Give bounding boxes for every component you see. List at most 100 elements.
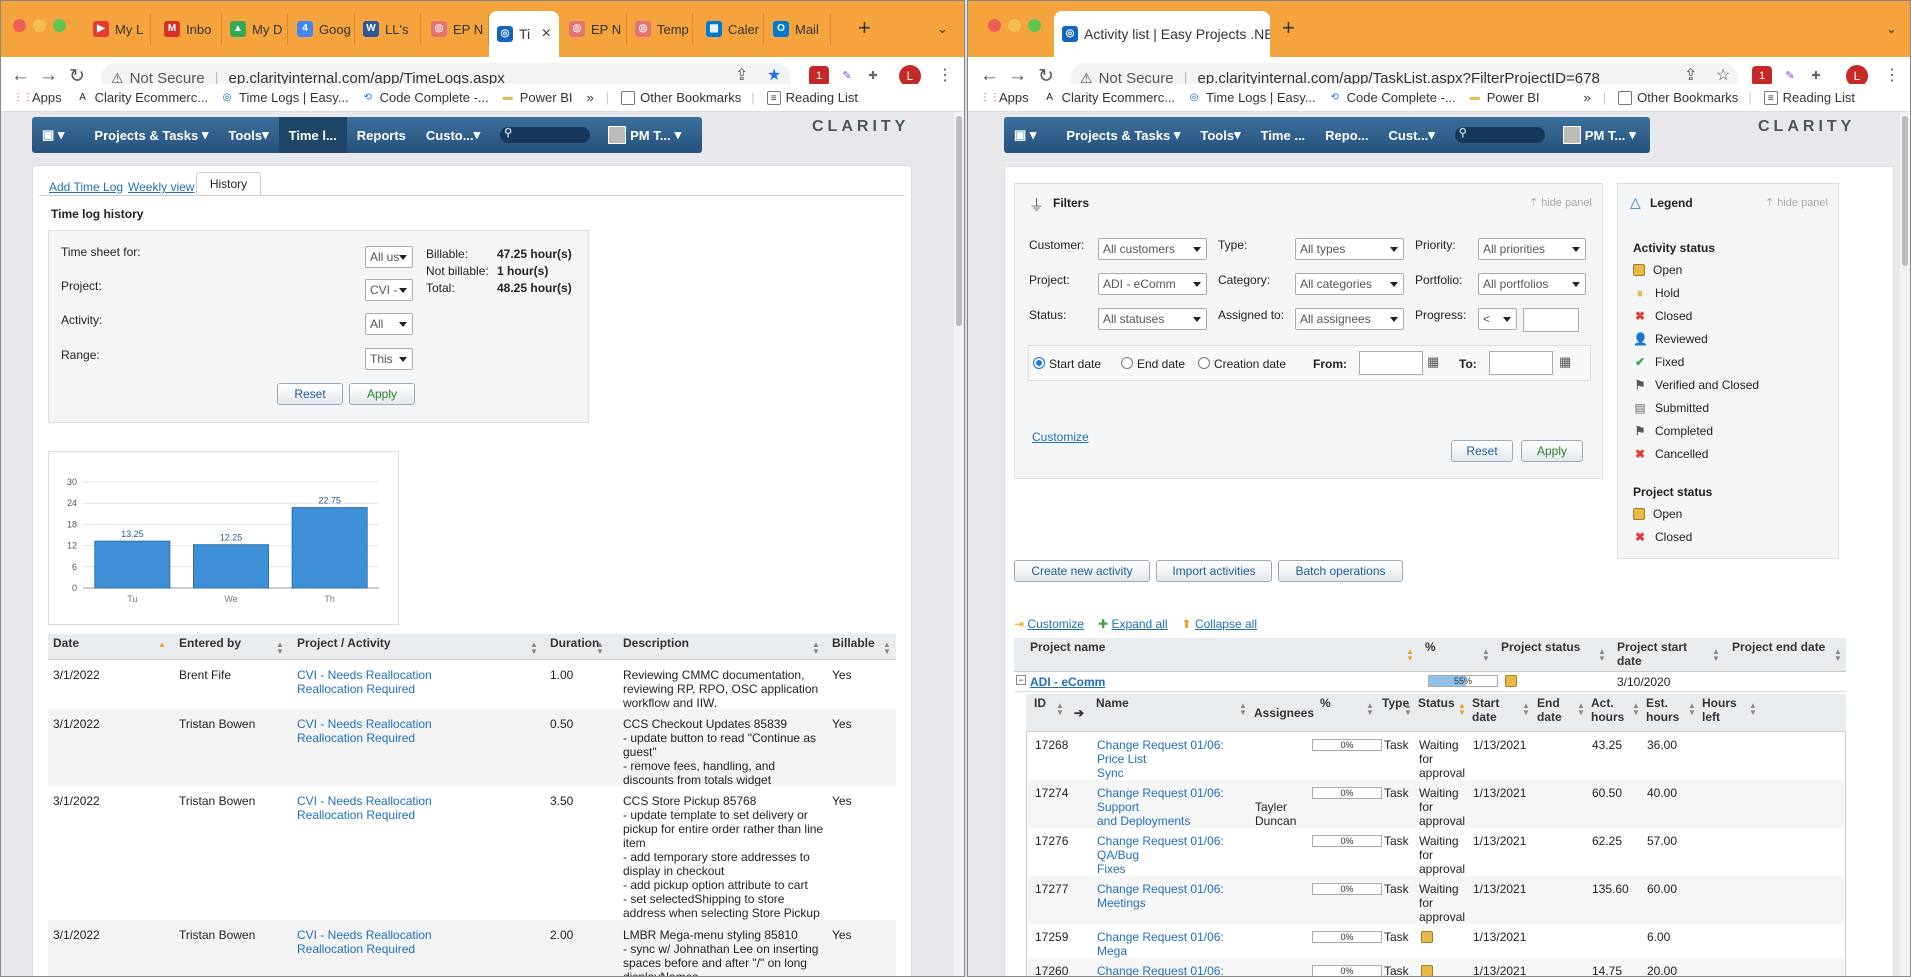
reset-button[interactable]: Reset	[277, 383, 343, 405]
page-scrollbar[interactable]	[954, 112, 964, 976]
sort-asc-icon[interactable]: ▲	[158, 641, 166, 649]
minimize-window-button[interactable]	[1008, 19, 1021, 32]
batch-operations-button[interactable]: Batch operations	[1278, 560, 1403, 582]
bookmark-apps-grid[interactable]: ⋮⋮ Apps	[980, 90, 1029, 105]
tab-ep-icon[interactable]: ◎ Temp	[627, 13, 693, 45]
close-tab-icon[interactable]: ×	[542, 25, 551, 43]
app-menu-icon[interactable]: ▣ ▾	[32, 117, 74, 153]
kebab-menu-icon[interactable]: ⋮	[937, 65, 953, 85]
task-row[interactable]: 17277 Change Request 01/06: Meetings 0% Tas…	[1027, 876, 1845, 924]
sort-icon[interactable]: ▲ ▼	[276, 641, 284, 656]
close-window-button[interactable]	[988, 19, 1001, 32]
other-bookmarks[interactable]: Other Bookmarks	[1618, 90, 1738, 105]
tab-search-chevron-icon[interactable]: ⌄	[1886, 21, 1897, 37]
expand-all[interactable]: ✚ Expand all	[1098, 617, 1167, 631]
sort-icon[interactable]: ▲ ▼	[1366, 702, 1374, 717]
col-project-end[interactable]: Project end date	[1732, 640, 1825, 654]
sort-icon[interactable]: ▲ ▼	[530, 641, 538, 656]
portfolio-select[interactable]: All portfolios	[1478, 273, 1586, 295]
pen-extension-icon[interactable]: ✎	[1780, 66, 1800, 86]
start-date-radio[interactable]	[1033, 357, 1045, 369]
tab-ep-icon[interactable]: ◎ EP N	[561, 13, 627, 45]
pen-extension-icon[interactable]: ✎	[837, 66, 857, 86]
bookmark-apps-grid[interactable]: ⋮⋮ Apps	[13, 90, 62, 105]
bar-We[interactable]	[193, 544, 269, 589]
sort-icon[interactable]: ▲ ▼	[1056, 702, 1064, 717]
task-row[interactable]: 17274 Change Request 01/06: Support and De…	[1027, 780, 1845, 828]
tab-outlook-icon[interactable]: O Mail	[765, 13, 831, 45]
close-window-button[interactable]	[13, 19, 26, 32]
sort-icon[interactable]: ▲ ▼	[1577, 702, 1585, 717]
other-bookmarks[interactable]: Other Bookmarks	[621, 90, 741, 105]
col-act-hours[interactable]: Act. hours	[1591, 696, 1631, 724]
nav-tools[interactable]: Tools ▾	[218, 117, 278, 153]
sort-icon[interactable]: ▲ ▼	[1404, 702, 1412, 717]
bookmark-code[interactable]: ⟲ Code Complete -...	[361, 90, 488, 105]
bookmark-star-icon[interactable]: ☆	[1716, 65, 1730, 85]
col-pct[interactable]: %	[1320, 696, 1331, 710]
customize-columns[interactable]: ⇥ Customize	[1014, 617, 1084, 631]
col-pct[interactable]: %	[1425, 640, 1436, 654]
bookmark-code[interactable]: ⟲ Code Complete -...	[1328, 90, 1455, 105]
reading-list[interactable]: ≡ Reading List	[766, 90, 858, 105]
task-name-link[interactable]: Change Request 01/06:	[1097, 964, 1247, 976]
nav-tools[interactable]: Tools ▾	[1190, 117, 1250, 153]
sort-icon[interactable]: ▲ ▼	[1834, 648, 1842, 663]
hide-panel-link[interactable]: ⇡ hide panel	[1765, 196, 1828, 209]
category-select[interactable]: All categories	[1295, 273, 1404, 295]
nav-time-logs[interactable]: Time ...	[1251, 117, 1316, 153]
app-menu-icon[interactable]: ▣ ▾	[1004, 117, 1046, 153]
tab-word-icon[interactable]: W LL's	[355, 13, 421, 45]
bookmark-folder[interactable]: ▬ Power BI	[501, 90, 573, 105]
page-scrollbar[interactable]	[1900, 112, 1910, 976]
project-select[interactable]: ADI - eComm	[1098, 273, 1207, 295]
col-entered-by[interactable]: Entered by	[179, 636, 241, 650]
reading-list[interactable]: ≡ Reading List	[1763, 90, 1855, 105]
project-activity-link[interactable]: CVI - Needs Reallocation Reallocation Req…	[297, 717, 432, 745]
user-menu[interactable]: PM T... ▾	[1555, 126, 1644, 144]
col-start-date[interactable]: Start date	[1472, 696, 1512, 724]
hide-panel-link[interactable]: ⇡ hide panel	[1529, 196, 1592, 209]
import-activities-button[interactable]: Import activities	[1156, 560, 1272, 582]
col-end-date[interactable]: End date	[1537, 696, 1577, 724]
bookmark-clarity[interactable]: ◎ Time Logs | Easy...	[1187, 90, 1316, 105]
app-search-input[interactable]	[1454, 126, 1545, 143]
apply-button[interactable]: Apply	[349, 383, 415, 405]
minimize-window-button[interactable]	[33, 19, 46, 32]
from-date-input[interactable]	[1359, 351, 1423, 375]
bookmark-clarity[interactable]: ◎ Time Logs | Easy...	[220, 90, 349, 105]
activity-select[interactable]: All	[365, 313, 413, 335]
calendar-icon[interactable]: ▦	[1427, 354, 1439, 370]
col-description[interactable]: Description	[623, 636, 689, 650]
tab-outlook-calendar-icon[interactable]: ▦ Caler	[698, 13, 764, 45]
bookmark-star-icon[interactable]: ★	[767, 65, 781, 85]
bookmark-clarity-logo[interactable]: A Clarity Ecommerc...	[1043, 90, 1175, 105]
nav-customers[interactable]: Cust... ▾	[1379, 117, 1445, 153]
bookmarks-overflow-icon[interactable]: »	[587, 90, 594, 105]
nav-reports[interactable]: Reports	[347, 117, 416, 153]
project-activity-link[interactable]: CVI - Needs Reallocation Reallocation Req…	[297, 794, 432, 822]
project-name-link[interactable]: ADI - eComm	[1030, 675, 1105, 689]
timesheet-select[interactable]: All us	[365, 246, 413, 268]
bookmarks-overflow-icon[interactable]: »	[1584, 90, 1591, 105]
sort-icon[interactable]: ▲ ▼	[1749, 702, 1757, 717]
col-project-status[interactable]: Project status	[1501, 640, 1580, 654]
tab-gmail-icon[interactable]: M Inbo	[156, 13, 222, 45]
maximize-window-button[interactable]	[53, 19, 66, 32]
share-icon[interactable]: ⇪	[1684, 65, 1697, 85]
tab-ep-icon[interactable]: ◎ EP N	[423, 13, 489, 45]
extension-badge-icon[interactable]: 1	[1752, 66, 1772, 86]
maximize-window-button[interactable]	[1028, 19, 1041, 32]
col-assignees[interactable]: Assignees	[1254, 706, 1314, 720]
sort-icon[interactable]: ▲ ▼	[1522, 702, 1530, 717]
sort-asc-icon[interactable]: ▲ ▼	[1406, 648, 1414, 663]
nav-customers[interactable]: Custo... ▾	[416, 117, 490, 153]
col-project-name[interactable]: Project name	[1030, 640, 1105, 654]
sort-icon[interactable]: ▲ ▼	[1239, 702, 1247, 717]
collapse-toggle-icon[interactable]: −	[1016, 675, 1026, 685]
extension-badge-icon[interactable]: 1	[809, 66, 829, 86]
tab-drive-icon[interactable]: ▲ My D	[222, 13, 288, 45]
col-date[interactable]: Date	[53, 636, 79, 650]
customer-select[interactable]: All customers	[1098, 238, 1207, 260]
apply-button[interactable]: Apply	[1521, 440, 1583, 462]
